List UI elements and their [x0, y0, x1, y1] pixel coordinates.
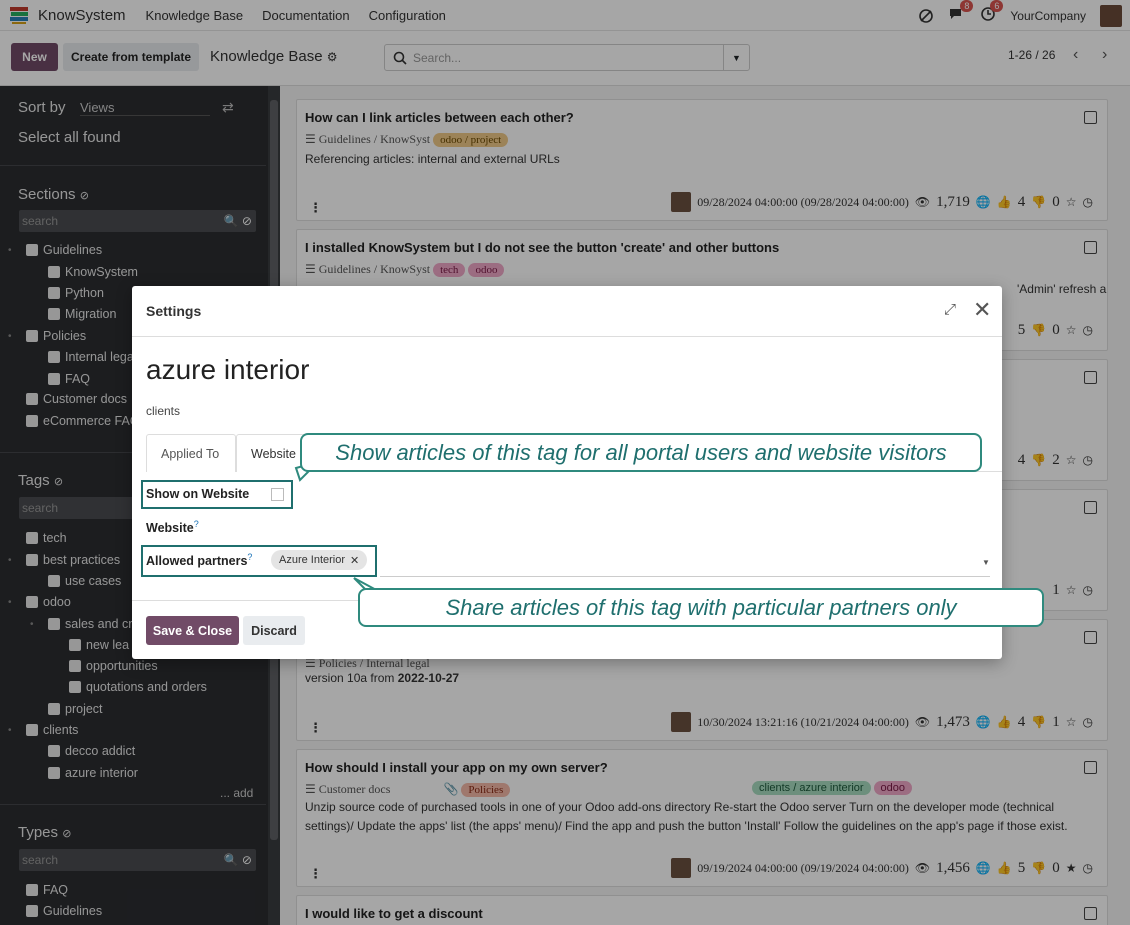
discard-button[interactable]: Discard [243, 616, 305, 645]
close-icon[interactable]: ✕ [973, 297, 991, 323]
modal-title: Settings [146, 303, 202, 319]
tab-applied-to[interactable]: Applied To [146, 434, 236, 472]
allowed-partners-label: Allowed partners? [146, 552, 253, 569]
partners-dropdown-toggle[interactable]: ▼ [982, 558, 990, 567]
partners-callout: Share articles of this tag with particul… [358, 588, 1044, 627]
partner-tag: Azure Interior ✕ [271, 550, 368, 570]
record-name[interactable]: azure interior [146, 354, 309, 386]
show-on-website-checkbox[interactable] [271, 488, 284, 501]
save-close-button[interactable]: Save & Close [146, 616, 239, 645]
show-on-website-label: Show on Website [146, 487, 250, 501]
website-label: Website? [146, 519, 199, 536]
remove-tag-icon[interactable]: ✕ [350, 554, 359, 567]
modal-header: Settings ⤢ ✕ [132, 286, 1002, 337]
website-callout: Show articles of this tag for all portal… [300, 433, 982, 472]
expand-icon[interactable]: ⤢ [944, 301, 956, 318]
record-parent[interactable]: clients [146, 404, 180, 418]
allowed-partners-input-line[interactable] [380, 576, 990, 577]
